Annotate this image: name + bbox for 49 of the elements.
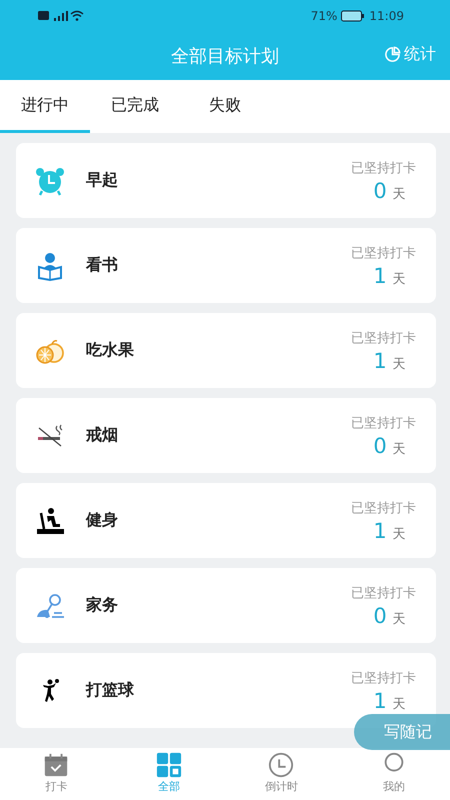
goal-name: 吃水果 [86, 340, 134, 361]
streak-caption: 已坚持打卡 [351, 330, 416, 346]
streak-caption: 已坚持打卡 [351, 500, 416, 516]
day-unit: 天 [392, 526, 406, 542]
battery-icon [341, 10, 366, 22]
day-unit: 天 [392, 356, 406, 372]
goal-card[interactable]: 戒烟 已坚持打卡 0 天 [16, 398, 436, 473]
battery-percent: 71% [310, 9, 338, 23]
goal-card[interactable]: 健身 已坚持打卡 1 天 [16, 483, 436, 558]
streak-days: 0 [373, 434, 387, 458]
streak-caption: 已坚持打卡 [351, 160, 416, 176]
goal-name: 家务 [86, 595, 118, 616]
streak-caption: 已坚持打卡 [351, 670, 416, 686]
tab[interactable]: 失败 [180, 80, 270, 133]
goal-name: 打篮球 [86, 680, 134, 701]
streak-days: 1 [373, 264, 387, 288]
goal-card[interactable]: 看书 已坚持打卡 1 天 [16, 228, 436, 303]
tab[interactable]: 已完成 [90, 80, 180, 133]
streak-caption: 已坚持打卡 [351, 414, 416, 432]
grid-icon [156, 752, 182, 778]
calendar-icon [43, 752, 70, 778]
day-unit: 天 [392, 440, 406, 458]
goal-card[interactable]: 吃水果 已坚持打卡 1 天 [16, 313, 436, 388]
goal-card[interactable]: 家务 已坚持打卡 0 天 [16, 568, 436, 643]
tab[interactable]: 进行中 [0, 80, 90, 133]
signal-icon [38, 10, 84, 22]
clock-time: 11:09 [369, 9, 404, 23]
streak-caption: 已坚持打卡 [351, 584, 416, 602]
day-unit: 天 [392, 696, 406, 712]
streak-days: 0 [373, 604, 387, 628]
nav-tab[interactable]: 倒计时 [225, 748, 338, 800]
nav-tab[interactable]: 打卡 [0, 748, 112, 800]
goal-name: 看书 [86, 255, 118, 276]
page-title: 全部目标计划 [171, 45, 279, 68]
day-unit: 天 [392, 610, 406, 628]
goal-card[interactable]: 早起 已坚持打卡 0 天 [16, 143, 436, 218]
streak-days: 0 [373, 178, 387, 202]
goal-name: 健身 [86, 510, 118, 531]
nav-tab[interactable]: 我的 [338, 748, 450, 800]
goal-name: 戒烟 [86, 425, 118, 446]
day-unit: 天 [392, 270, 406, 288]
clock-icon [268, 752, 294, 778]
streak-days: 1 [373, 518, 387, 542]
streak-caption: 已坚持打卡 [351, 244, 416, 262]
goal-name: 早起 [86, 170, 118, 191]
pie-chart-icon [384, 46, 401, 63]
streak-days: 1 [373, 688, 387, 712]
streak-days: 1 [373, 348, 387, 372]
day-unit: 天 [392, 186, 406, 202]
